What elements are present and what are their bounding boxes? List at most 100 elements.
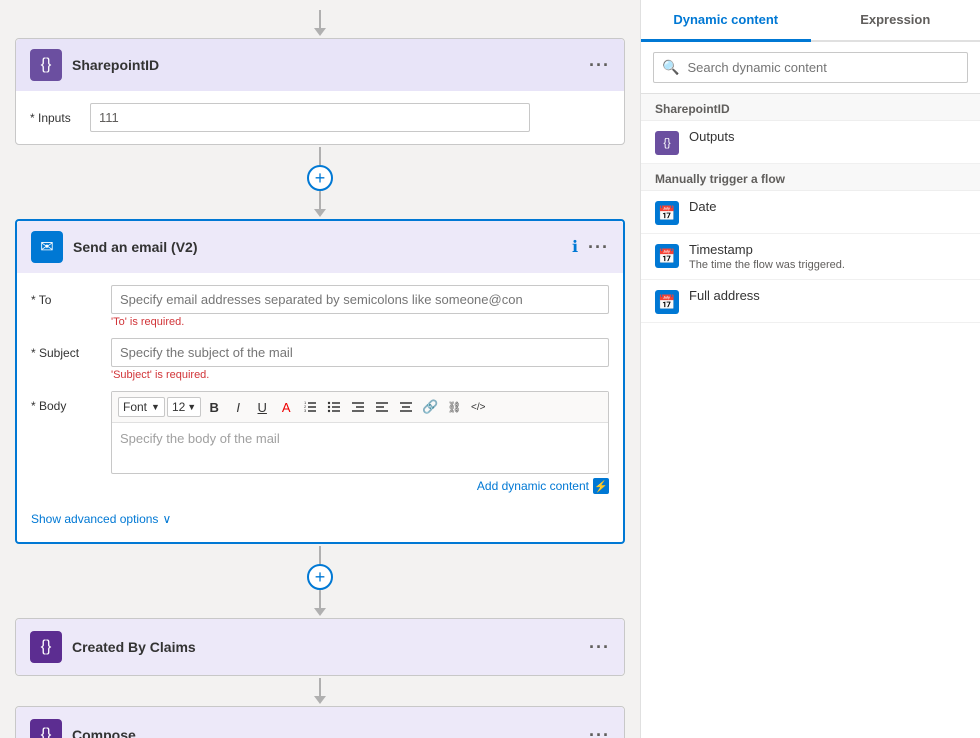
font-size-chevron-icon: ▼ <box>187 402 196 412</box>
dynamic-content-list: SharepointID {} Outputs Manually trigger… <box>641 94 980 738</box>
body-field-row: * Body Font ▼ 12 <box>31 391 609 498</box>
cbc-more-button[interactable]: ··· <box>589 637 610 658</box>
timestamp-title: Timestamp <box>689 242 845 257</box>
email-more-button[interactable]: ··· <box>588 237 609 258</box>
unordered-list-button[interactable] <box>323 396 345 418</box>
outputs-text: Outputs <box>689 129 735 144</box>
subject-label: * Subject <box>31 338 111 360</box>
inputs-field-row: * Inputs <box>30 103 610 132</box>
sharepointid-icon: {} <box>30 49 62 81</box>
advanced-options-chevron-icon: ∨ <box>162 512 171 526</box>
unlink-button[interactable]: ⛓ <box>443 396 465 418</box>
advanced-options-label: Show advanced options <box>31 512 158 526</box>
tab-expression-label: Expression <box>860 12 930 27</box>
body-label: * Body <box>31 391 111 413</box>
compose-more-button[interactable]: ··· <box>589 725 610 738</box>
email-node-body: * To 'To' is required. * Subject 'Subjec… <box>17 273 623 542</box>
to-label: * To <box>31 285 111 307</box>
add-step-button-1[interactable]: + <box>307 165 333 191</box>
body-toolbar: Font ▼ 12 ▼ B I U <box>112 392 608 423</box>
highlight-button[interactable]: A <box>275 396 297 418</box>
dynamic-item-outputs[interactable]: {} Outputs <box>641 121 980 164</box>
code-button[interactable]: </> <box>467 396 489 418</box>
connector-line-3 <box>319 546 321 564</box>
to-input[interactable] <box>111 285 609 314</box>
bold-button[interactable]: B <box>203 396 225 418</box>
subject-input-wrapper: 'Subject' is required. <box>111 338 609 381</box>
connector-line-4 <box>319 590 321 608</box>
sharepointid-title: SharepointID <box>72 57 159 73</box>
outdent-button[interactable] <box>371 396 393 418</box>
italic-button[interactable]: I <box>227 396 249 418</box>
compose-header: {} Compose ··· <box>16 707 624 738</box>
font-size-value: 12 <box>172 400 185 414</box>
connector-2: + <box>307 546 333 616</box>
add-dynamic-row: Add dynamic content ⚡ <box>111 474 609 498</box>
inputs-label: * Inputs <box>30 111 90 125</box>
email-info-button[interactable]: ℹ <box>572 237 578 257</box>
connector-arrow-2 <box>314 608 326 616</box>
connector-arrow-3 <box>314 696 326 704</box>
email-header-right: ℹ ··· <box>572 237 609 258</box>
compose-icon: {} <box>30 719 62 738</box>
date-text: Date <box>689 199 716 214</box>
add-dynamic-button[interactable]: Add dynamic content ⚡ <box>477 478 609 494</box>
font-select-label: Font <box>123 400 147 414</box>
svg-text:3: 3 <box>304 408 307 413</box>
underline-button[interactable]: U <box>251 396 273 418</box>
top-connector <box>314 10 326 36</box>
dynamic-search-input[interactable] <box>687 60 959 75</box>
font-chevron-icon: ▼ <box>151 402 160 412</box>
connector-3 <box>314 678 326 704</box>
dynamic-item-full-address[interactable]: 📅 Full address <box>641 280 980 323</box>
compose-node: {} Compose ··· <box>15 706 625 738</box>
connector-line-1 <box>319 147 321 165</box>
created-by-claims-node: {} Created By Claims ··· <box>15 618 625 676</box>
dynamic-search-box: 🔍 <box>653 52 968 83</box>
sharepointid-header: {} SharepointID ··· <box>16 39 624 91</box>
dynamic-item-date[interactable]: 📅 Date <box>641 191 980 234</box>
header-left: {} SharepointID <box>30 49 159 81</box>
font-size-select[interactable]: 12 ▼ <box>167 397 201 417</box>
indent-button[interactable] <box>347 396 369 418</box>
add-dynamic-icon: ⚡ <box>593 478 609 494</box>
flow-area: {} SharepointID ··· * Inputs + <box>0 0 640 738</box>
to-input-wrapper: 'To' is required. <box>111 285 609 328</box>
compose-title: Compose <box>72 727 136 738</box>
sharepointid-section-header: SharepointID <box>641 94 980 121</box>
tab-dynamic-content-label: Dynamic content <box>673 12 778 27</box>
timestamp-icon: 📅 <box>655 244 679 268</box>
body-editor: Font ▼ 12 ▼ B I U <box>111 391 609 474</box>
cbc-title: Created By Claims <box>72 639 196 655</box>
date-title: Date <box>689 199 716 214</box>
font-select[interactable]: Font ▼ <box>118 397 165 417</box>
outputs-title: Outputs <box>689 129 735 144</box>
tab-dynamic-content[interactable]: Dynamic content <box>641 0 811 42</box>
sharepointid-body: * Inputs <box>16 91 624 144</box>
dynamic-content-panel: Dynamic content Expression 🔍 SharepointI… <box>640 0 980 738</box>
connector-arrow-1 <box>314 209 326 217</box>
email-icon: ✉ <box>31 231 63 263</box>
link-button[interactable]: 🔗 <box>419 396 441 418</box>
header-right: ··· <box>589 55 610 76</box>
dynamic-search-row: 🔍 <box>641 42 980 94</box>
body-content[interactable]: Specify the body of the mail <box>112 423 608 473</box>
inputs-field[interactable] <box>90 103 530 132</box>
sharepointid-more-button[interactable]: ··· <box>589 55 610 76</box>
add-step-button-2[interactable]: + <box>307 564 333 590</box>
full-address-text: Full address <box>689 288 760 303</box>
dynamic-item-timestamp[interactable]: 📅 Timestamp The time the flow was trigge… <box>641 234 980 280</box>
timestamp-subtitle: The time the flow was triggered. <box>689 259 845 271</box>
tab-expression[interactable]: Expression <box>811 0 980 42</box>
advanced-options[interactable]: Show advanced options ∨ <box>31 508 609 530</box>
connector-1: + <box>307 147 333 217</box>
add-dynamic-label: Add dynamic content <box>477 479 589 493</box>
body-input-wrapper: Font ▼ 12 ▼ B I U <box>111 391 609 498</box>
email-node-header: ✉ Send an email (V2) ℹ ··· <box>17 221 623 273</box>
align-button[interactable] <box>395 396 417 418</box>
dynamic-tabs: Dynamic content Expression <box>641 0 980 42</box>
timestamp-text: Timestamp The time the flow was triggere… <box>689 242 845 271</box>
subject-input[interactable] <box>111 338 609 367</box>
search-icon: 🔍 <box>662 59 679 76</box>
ordered-list-button[interactable]: 123 <box>299 396 321 418</box>
